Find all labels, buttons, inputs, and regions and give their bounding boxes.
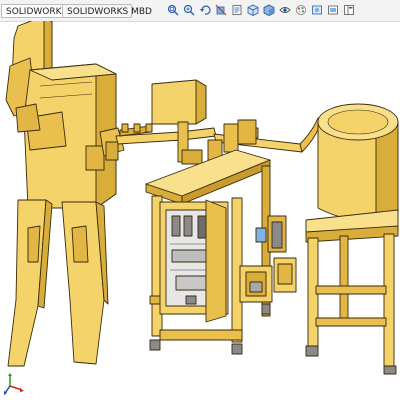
tab-solidworks-mbd[interactable]: SOLIDWORKS MBD	[62, 4, 152, 18]
center-machine-frame	[145, 79, 271, 355]
display-style-icon[interactable]	[262, 3, 276, 17]
edit-appearance-icon[interactable]	[294, 3, 308, 17]
previous-view-icon[interactable]	[198, 3, 212, 17]
tab-solidworks-addins[interactable]: SOLIDWORKS 插件	[1, 4, 88, 18]
heads-up-view-toolbar	[166, 3, 356, 21]
apply-scene-icon[interactable]	[310, 3, 324, 17]
graphics-area-3d-model[interactable]	[0, 21, 400, 400]
command-manager-tab-bar: SOLIDWORKS 插件 SOLIDWORKS MBD	[0, 0, 400, 22]
view-triad-icon	[2, 372, 26, 396]
hopper-feeder-assembly	[5, 21, 125, 367]
view-settings-icon[interactable]	[326, 3, 340, 17]
drum-tank-assembly	[305, 103, 399, 375]
dynamic-annotation-icon[interactable]	[230, 3, 244, 17]
view-orientation-icon[interactable]	[246, 3, 260, 17]
zoom-to-area-icon[interactable]	[182, 3, 196, 17]
assembly-model	[5, 21, 399, 375]
section-view-icon[interactable]	[214, 3, 228, 17]
zoom-to-fit-icon[interactable]	[166, 3, 180, 17]
display-pane-icon[interactable]	[342, 3, 356, 17]
hide-show-items-icon[interactable]	[278, 3, 292, 17]
solidworks-window: SOLIDWORKS 插件 SOLIDWORKS MBD	[0, 0, 400, 400]
